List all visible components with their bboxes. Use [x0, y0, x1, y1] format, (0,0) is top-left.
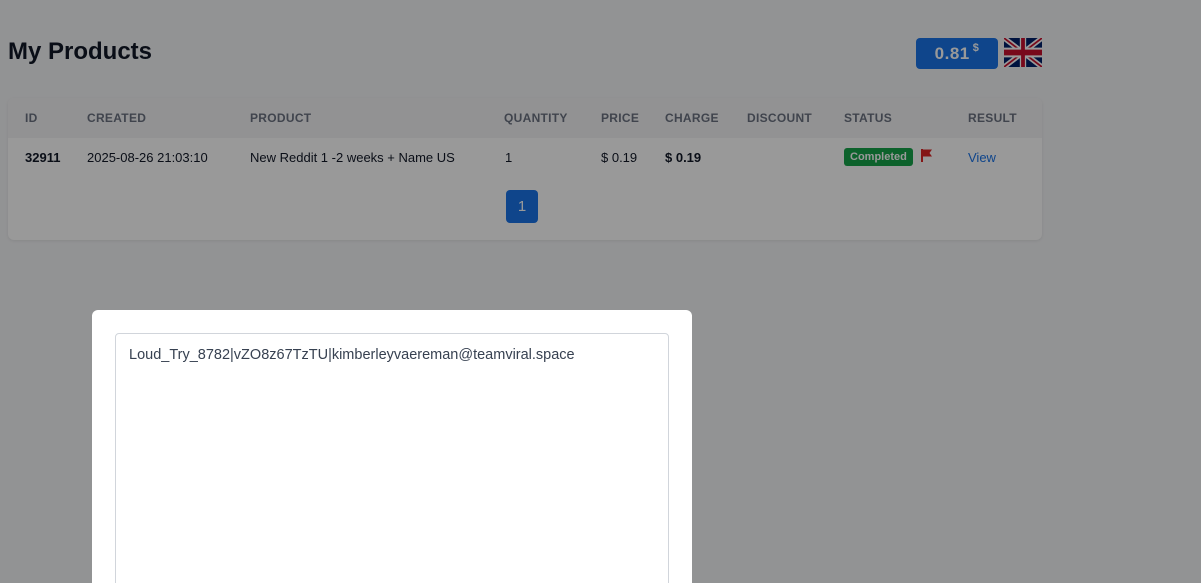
result-textarea[interactable]: Loud_Try_8782|vZO8z67TzTU|kimberleyvaere… — [115, 333, 669, 583]
result-modal: Loud_Try_8782|vZO8z67TzTU|kimberleyvaere… — [92, 310, 692, 583]
